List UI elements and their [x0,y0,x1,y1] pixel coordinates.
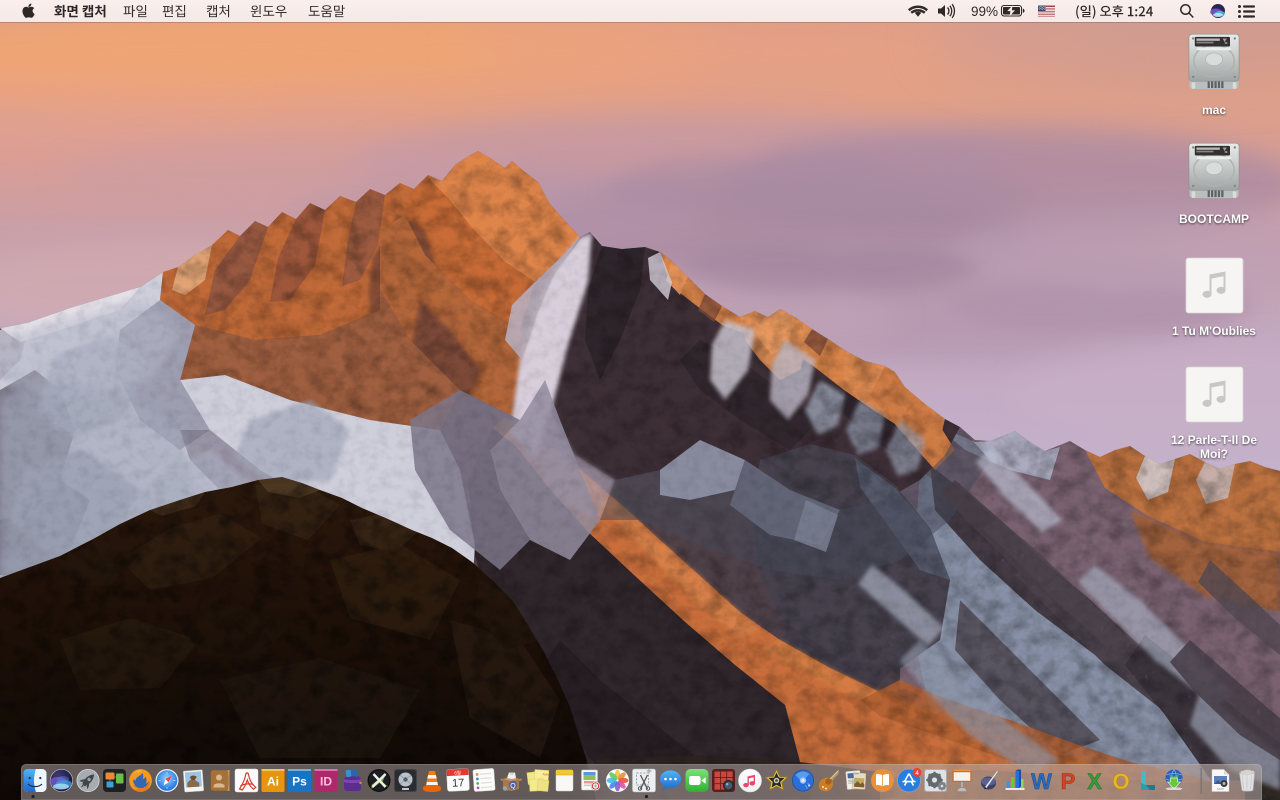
svg-text:Ps: Ps [292,775,307,789]
svg-text:O: O [1112,769,1129,794]
svg-text:4: 4 [915,770,919,777]
svg-text:X: X [1087,769,1102,794]
svg-text:Q: Q [510,783,516,790]
svg-text:W: W [1031,769,1052,794]
svg-text:Ai: Ai [267,775,279,789]
svg-text:P: P [1061,769,1076,794]
svg-text:ID: ID [320,775,332,789]
svg-text:99%: 99% [971,4,998,19]
svg-text:MOV: MOV [1217,787,1224,791]
svg-text:17: 17 [452,777,465,790]
svg-text:Note: Note [542,772,549,776]
